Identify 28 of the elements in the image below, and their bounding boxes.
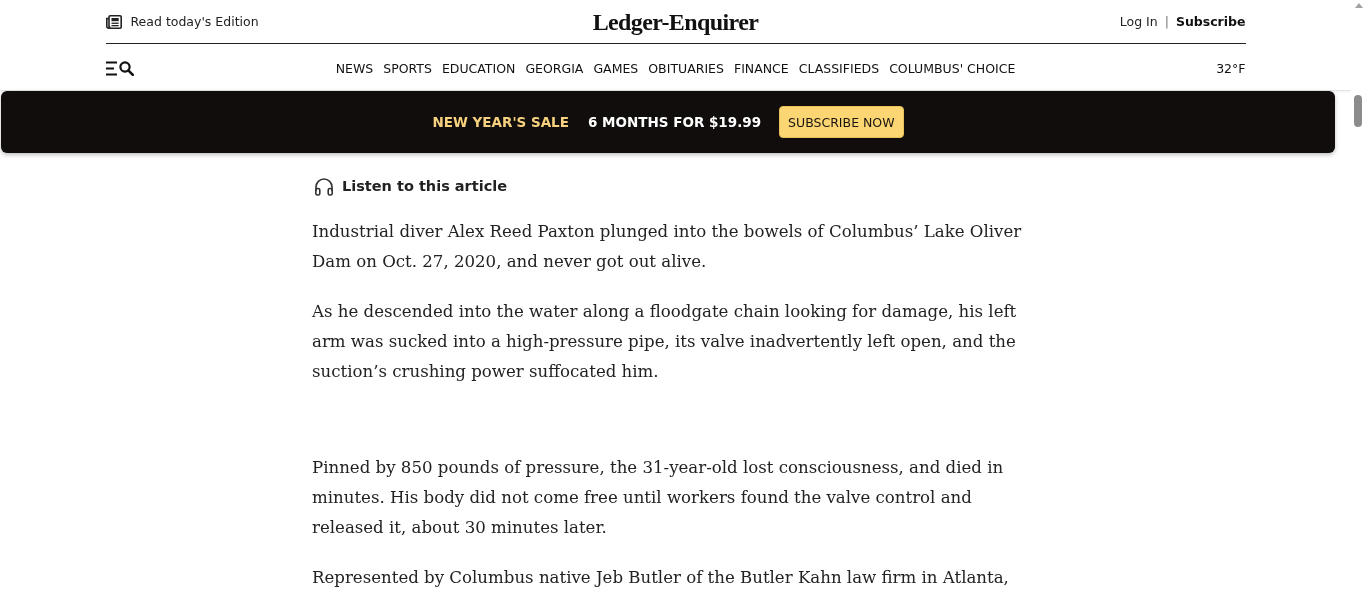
nav-link[interactable]: COLUMBUS' CHOICE	[889, 60, 1016, 76]
headphones-icon	[314, 176, 334, 196]
edition-link[interactable]: Read today's Edition	[105, 14, 259, 29]
article-paragraph: Represented by Columbus native Jeb Butler of the Butler Kahn law firm in Atlanta,	[312, 567, 1010, 589]
subscribe-button[interactable]: SUBSCRIBE NOW	[779, 106, 904, 138]
offer-text: 6 MONTHS FOR $19.99	[587, 114, 762, 130]
scrollbar-thumb[interactable]	[1354, 95, 1362, 127]
link-separator: |	[1164, 14, 1169, 29]
newspaper-icon	[105, 14, 122, 29]
nav-link[interactable]: SPORTS	[383, 60, 432, 76]
nav-link[interactable]: OBITUARIES	[648, 60, 724, 76]
temperature-text: 32°F	[1216, 60, 1246, 76]
nav-link[interactable]: GEORGIA	[525, 60, 584, 76]
article-paragraph: Industrial diver Alex Reed Paxton plunged into the bowels of Columbus’ Lake Oliver Dam on Oct. 27, 2020, and never got out alive.	[312, 221, 1023, 273]
listen-button[interactable]: Listen to this article	[312, 175, 508, 197]
nav-link[interactable]: EDUCATION	[441, 60, 516, 76]
nav-link[interactable]: NEWS	[335, 60, 374, 76]
article-paragraph: Pinned by 850 pounds of pressure, the 31-year-old lost consciousness, and died in minutes. His body did not come free until workers found the valve control and released it, about 30 minutes later.	[312, 457, 1005, 539]
nav-link[interactable]: CLASSIFIEDS	[798, 60, 880, 76]
nav-link[interactable]: FINANCE	[733, 60, 789, 76]
subscribe-link[interactable]: Subscribe	[1175, 14, 1246, 29]
scroll-up-icon[interactable]	[1355, 3, 1363, 8]
login-link[interactable]: Log In	[1119, 14, 1158, 29]
menu-search-icon[interactable]	[105, 60, 134, 76]
sale-label: NEW YEAR'S SALE	[432, 114, 569, 130]
article-paragraph: As he descended into the water along a floodgate chain looking for damage, his left arm was sucked into a high-pressure pipe, its valve inadvertently left open, and the suction’s crushing power suffocated him.	[312, 301, 1018, 383]
site-logo[interactable]: Ledger-Enquirer	[592, 6, 759, 37]
nav-link[interactable]: GAMES	[593, 60, 639, 76]
